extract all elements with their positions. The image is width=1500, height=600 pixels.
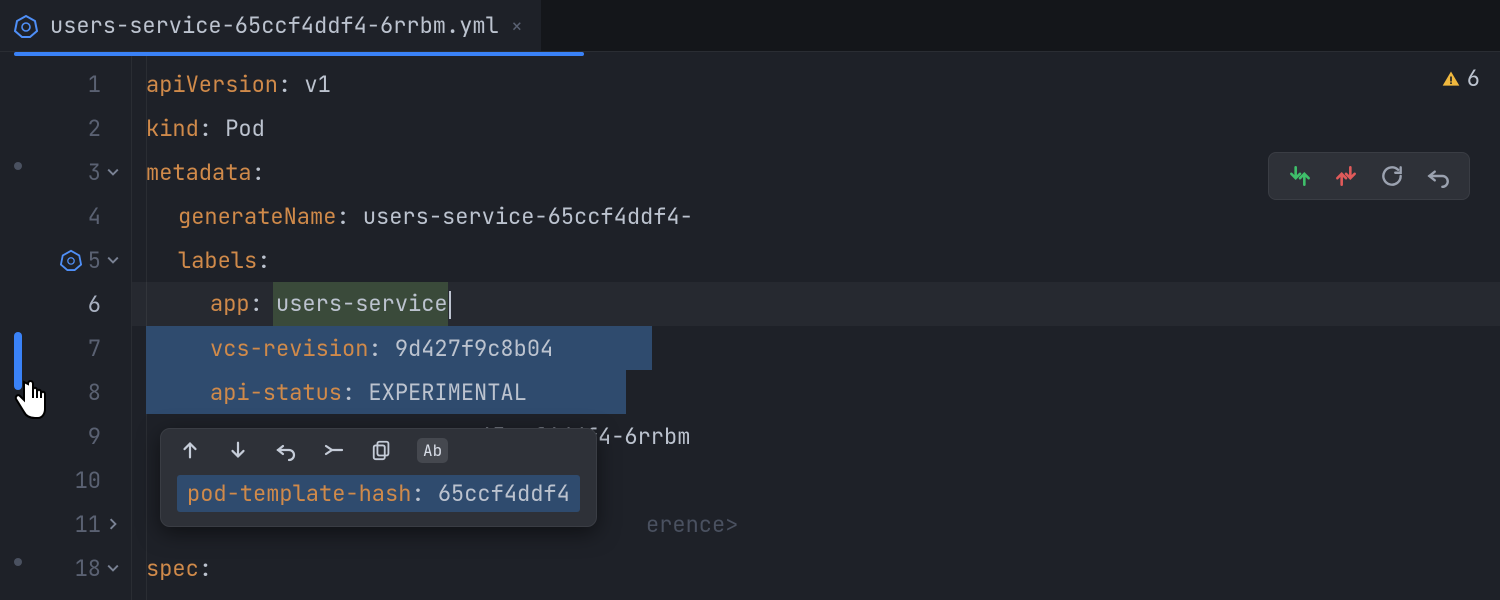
tab-filename: users-service-65ccf4ddf4-6rrbm.yml: [50, 11, 499, 40]
code-line[interactable]: metadata:: [132, 150, 1500, 194]
gutter-line: 10: [0, 458, 131, 502]
apply-icon[interactable]: [321, 437, 347, 463]
line-number: 7: [88, 334, 101, 363]
tab-bar: users-service-65ccf4ddf4-6rrbm.yml ×: [0, 0, 1500, 52]
line-number: 5: [88, 246, 101, 275]
copy-icon[interactable]: [369, 437, 395, 463]
code-line[interactable]: kind: Pod: [132, 106, 1500, 150]
fold-placeholder: [107, 75, 119, 93]
line-number: 3: [88, 158, 101, 187]
fold-down-icon[interactable]: [107, 254, 119, 266]
gutter-line: 11: [0, 502, 131, 546]
line-number: 1: [88, 70, 101, 99]
code-line[interactable]: spec:: [132, 546, 1500, 590]
fold-down-icon[interactable]: [107, 166, 119, 178]
undo-icon[interactable]: [273, 437, 299, 463]
gutter-line: 9: [0, 414, 131, 458]
file-tab[interactable]: users-service-65ccf4ddf4-6rrbm.yml ×: [0, 0, 541, 51]
line-number: 10: [75, 466, 101, 495]
line-number: 18: [75, 554, 101, 583]
line-number: 6: [88, 290, 101, 319]
gutter-line: 3: [0, 150, 131, 194]
diff-intention-popup: Ab pod-template-hash: 65ccf4ddf4: [160, 428, 597, 527]
line-number: 9: [88, 422, 101, 451]
fold-placeholder: [107, 471, 119, 489]
gutter-line: 2: [0, 106, 131, 150]
line-number: 11: [75, 510, 101, 539]
fold-placeholder: [107, 427, 119, 445]
line-number: 2: [88, 114, 101, 143]
line-number: 4: [88, 202, 101, 231]
code-line[interactable]: apiVersion: v1: [132, 62, 1500, 106]
hand-cursor-icon: [10, 376, 48, 420]
code-line[interactable]: app: users-service: [132, 282, 1500, 326]
fold-right-icon[interactable]: [107, 518, 119, 530]
fold-down-icon[interactable]: [107, 562, 119, 574]
arrow-up-icon[interactable]: [177, 437, 203, 463]
close-icon[interactable]: ×: [511, 13, 523, 39]
gutter-line: 4: [0, 194, 131, 238]
gutter: 1 2 3 4 5 6 7 8 9 10 11 18: [0, 52, 132, 600]
highlight-words-chip[interactable]: Ab: [417, 438, 448, 463]
code-line[interactable]: vcs-revision: 9d427f9c8b04: [132, 326, 1500, 370]
fold-placeholder: [107, 119, 119, 137]
kubernetes-icon: [14, 14, 38, 38]
fold-placeholder: [107, 383, 119, 401]
kubernetes-icon[interactable]: [60, 249, 82, 271]
code-line[interactable]: labels:: [132, 238, 1500, 282]
arrow-down-icon[interactable]: [225, 437, 251, 463]
gutter-line: 1: [0, 62, 131, 106]
fold-placeholder: [107, 207, 119, 225]
gutter-line: 5: [0, 238, 131, 282]
gutter-line: 18: [0, 546, 131, 590]
gutter-line: 6: [0, 282, 131, 326]
code-line[interactable]: api-status: EXPERIMENTAL: [132, 370, 1500, 414]
gutter-line: 7: [0, 326, 131, 370]
code-line[interactable]: generateName: users-service-65ccf4ddf4-: [132, 194, 1500, 238]
line-number: 8: [88, 378, 101, 407]
text-cursor: [449, 291, 451, 319]
diff-snippet: pod-template-hash: 65ccf4ddf4: [177, 475, 580, 512]
tab-analysis-progress: [14, 52, 584, 56]
fold-placeholder: [107, 295, 119, 313]
fold-placeholder: [107, 339, 119, 357]
